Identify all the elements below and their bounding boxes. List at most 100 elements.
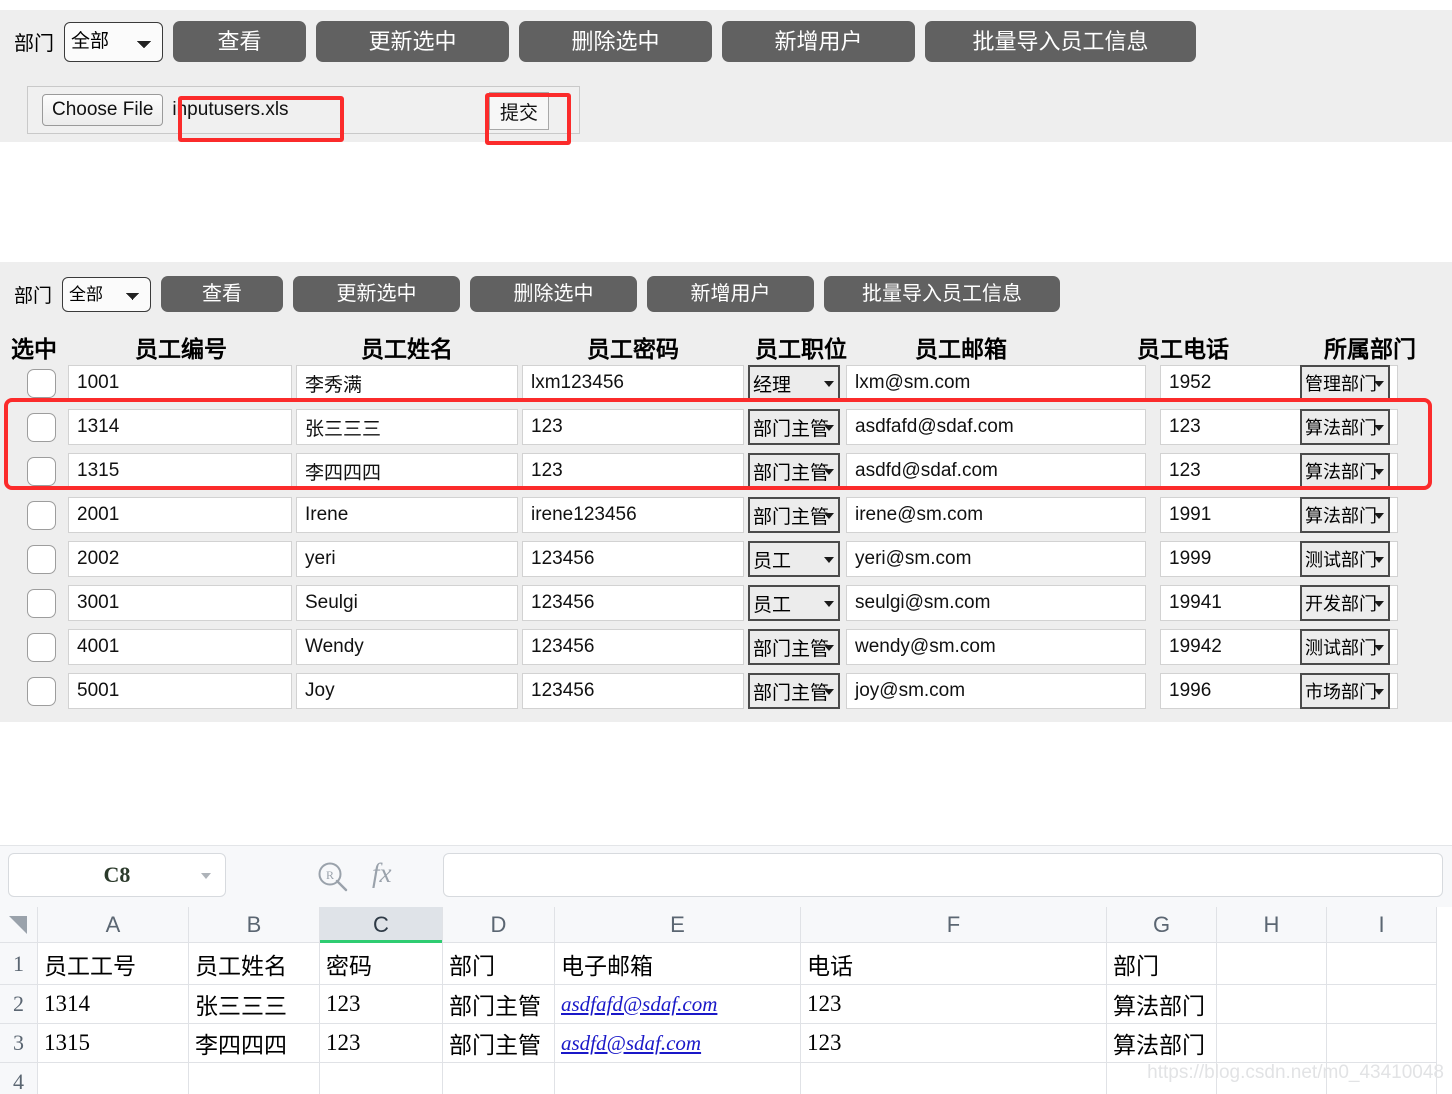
column-header-d[interactable]: D <box>443 907 555 943</box>
employee-position-select[interactable]: 部门主管 <box>748 673 840 709</box>
employee-id-field[interactable]: 4001 <box>68 629 292 665</box>
sheet-cell[interactable] <box>320 1063 443 1094</box>
employee-id-field[interactable]: 1314 <box>68 409 292 445</box>
sheet-cell[interactable] <box>1327 1063 1437 1094</box>
delete-selected-button[interactable]: 删除选中 <box>519 21 712 62</box>
employee-password-field[interactable]: irene123456 <box>522 497 744 533</box>
search-r-icon[interactable]: R <box>316 860 350 899</box>
add-user-button[interactable]: 新增用户 <box>647 276 815 312</box>
select-all-corner[interactable] <box>0 907 38 943</box>
chevron-down-icon[interactable] <box>201 873 211 879</box>
employee-password-field[interactable]: 123 <box>522 409 744 445</box>
sheet-cell[interactable]: 1315 <box>38 1024 189 1063</box>
sheet-cell[interactable]: 张三三三 <box>189 985 320 1024</box>
sheet-cell[interactable] <box>1327 1024 1437 1063</box>
employee-email-field[interactable]: lxm@sm.com <box>846 365 1146 401</box>
sheet-cell[interactable]: 密码 <box>320 943 443 985</box>
update-selected-button[interactable]: 更新选中 <box>293 276 461 312</box>
employee-id-field[interactable]: 2002 <box>68 541 292 577</box>
batch-import-button[interactable]: 批量导入员工信息 <box>824 276 1061 312</box>
employee-dept-select[interactable]: 测试部门 <box>1300 629 1390 665</box>
sheet-cell[interactable]: 123 <box>320 985 443 1024</box>
employee-dept-select[interactable]: 算法部门 <box>1300 409 1390 445</box>
row-header-3[interactable]: 3 <box>0 1024 38 1063</box>
employee-password-field[interactable]: 123456 <box>522 673 744 709</box>
employee-dept-select[interactable]: 开发部门 <box>1300 585 1390 621</box>
sheet-cell[interactable]: 部门主管 <box>443 1024 555 1063</box>
employee-name-field[interactable]: Irene <box>296 497 518 533</box>
column-header-b[interactable]: B <box>189 907 320 943</box>
add-user-button[interactable]: 新增用户 <box>722 21 915 62</box>
formula-bar[interactable] <box>443 853 1443 897</box>
employee-email-field[interactable]: joy@sm.com <box>846 673 1146 709</box>
row-checkbox[interactable] <box>26 632 56 662</box>
sheet-cell[interactable] <box>1217 943 1327 985</box>
sheet-cell[interactable] <box>801 1063 1107 1094</box>
sheet-cell[interactable] <box>1217 1063 1327 1094</box>
employee-name-field[interactable]: Wendy <box>296 629 518 665</box>
employee-password-field[interactable]: 123456 <box>522 541 744 577</box>
row-header-1[interactable]: 1 <box>0 943 38 985</box>
sheet-cell[interactable]: 员工工号 <box>38 943 189 985</box>
sheet-cell[interactable] <box>1217 1024 1327 1063</box>
employee-name-field[interactable]: yeri <box>296 541 518 577</box>
employee-position-select[interactable]: 部门主管 <box>748 629 840 665</box>
submit-button[interactable]: 提交 <box>489 92 550 130</box>
row-checkbox[interactable] <box>26 500 56 530</box>
sheet-cell[interactable]: 员工姓名 <box>189 943 320 985</box>
choose-file-button[interactable]: Choose File <box>42 94 164 126</box>
sheet-cell[interactable] <box>1217 985 1327 1024</box>
sheet-cell[interactable]: 算法部门 <box>1107 1024 1217 1063</box>
column-header-c[interactable]: C <box>320 907 443 943</box>
sheet-cell[interactable] <box>555 1063 801 1094</box>
fx-icon[interactable]: fx <box>372 858 392 889</box>
sheet-cell[interactable] <box>1107 1063 1217 1094</box>
row-checkbox[interactable] <box>26 412 56 442</box>
file-chooser[interactable]: Choose File inputusers.xls <box>42 92 289 128</box>
delete-selected-button[interactable]: 删除选中 <box>470 276 638 312</box>
employee-email-field[interactable]: seulgi@sm.com <box>846 585 1146 621</box>
sheet-cell[interactable]: 123 <box>801 1024 1107 1063</box>
sheet-cell[interactable]: 部门 <box>1107 943 1217 985</box>
employee-id-field[interactable]: 2001 <box>68 497 292 533</box>
batch-import-button[interactable]: 批量导入员工信息 <box>925 21 1196 62</box>
employee-name-field[interactable]: Joy <box>296 673 518 709</box>
row-checkbox[interactable] <box>26 676 56 706</box>
sheet-cell[interactable]: 123 <box>320 1024 443 1063</box>
employee-position-select[interactable]: 部门主管 <box>748 497 840 533</box>
column-header-g[interactable]: G <box>1107 907 1217 943</box>
employee-id-field[interactable]: 1315 <box>68 453 292 489</box>
dept-select[interactable]: 全部 <box>64 21 163 62</box>
sheet-cell[interactable]: 算法部门 <box>1107 985 1217 1024</box>
employee-dept-select[interactable]: 管理部门 <box>1300 365 1390 401</box>
column-header-i[interactable]: I <box>1327 907 1437 943</box>
column-header-a[interactable]: A <box>38 907 189 943</box>
employee-dept-select[interactable]: 算法部门 <box>1300 453 1390 489</box>
sheet-cell[interactable] <box>1327 985 1437 1024</box>
sheet-cell[interactable] <box>443 1063 555 1094</box>
update-selected-button[interactable]: 更新选中 <box>316 21 509 62</box>
row-checkbox[interactable] <box>26 456 56 486</box>
column-header-h[interactable]: H <box>1217 907 1327 943</box>
dept-select[interactable]: 全部 <box>62 276 152 312</box>
column-header-e[interactable]: E <box>555 907 801 943</box>
employee-email-field[interactable]: yeri@sm.com <box>846 541 1146 577</box>
employee-password-field[interactable]: 123 <box>522 453 744 489</box>
employee-dept-select[interactable]: 测试部门 <box>1300 541 1390 577</box>
employee-id-field[interactable]: 3001 <box>68 585 292 621</box>
sheet-cell[interactable] <box>1327 943 1437 985</box>
row-header-2[interactable]: 2 <box>0 985 38 1024</box>
column-header-f[interactable]: F <box>801 907 1107 943</box>
employee-dept-select[interactable]: 算法部门 <box>1300 497 1390 533</box>
employee-password-field[interactable]: 123456 <box>522 585 744 621</box>
sheet-cell[interactable]: 123 <box>801 985 1107 1024</box>
sheet-cell[interactable]: 李四四四 <box>189 1024 320 1063</box>
employee-position-select[interactable]: 员工 <box>748 585 840 621</box>
sheet-cell[interactable]: asdfd@sdaf.com <box>555 1024 801 1063</box>
employee-id-field[interactable]: 1001 <box>68 365 292 401</box>
employee-id-field[interactable]: 5001 <box>68 673 292 709</box>
employee-password-field[interactable]: lxm123456 <box>522 365 744 401</box>
row-checkbox[interactable] <box>26 588 56 618</box>
sheet-cell[interactable]: 1314 <box>38 985 189 1024</box>
row-checkbox[interactable] <box>26 544 56 574</box>
